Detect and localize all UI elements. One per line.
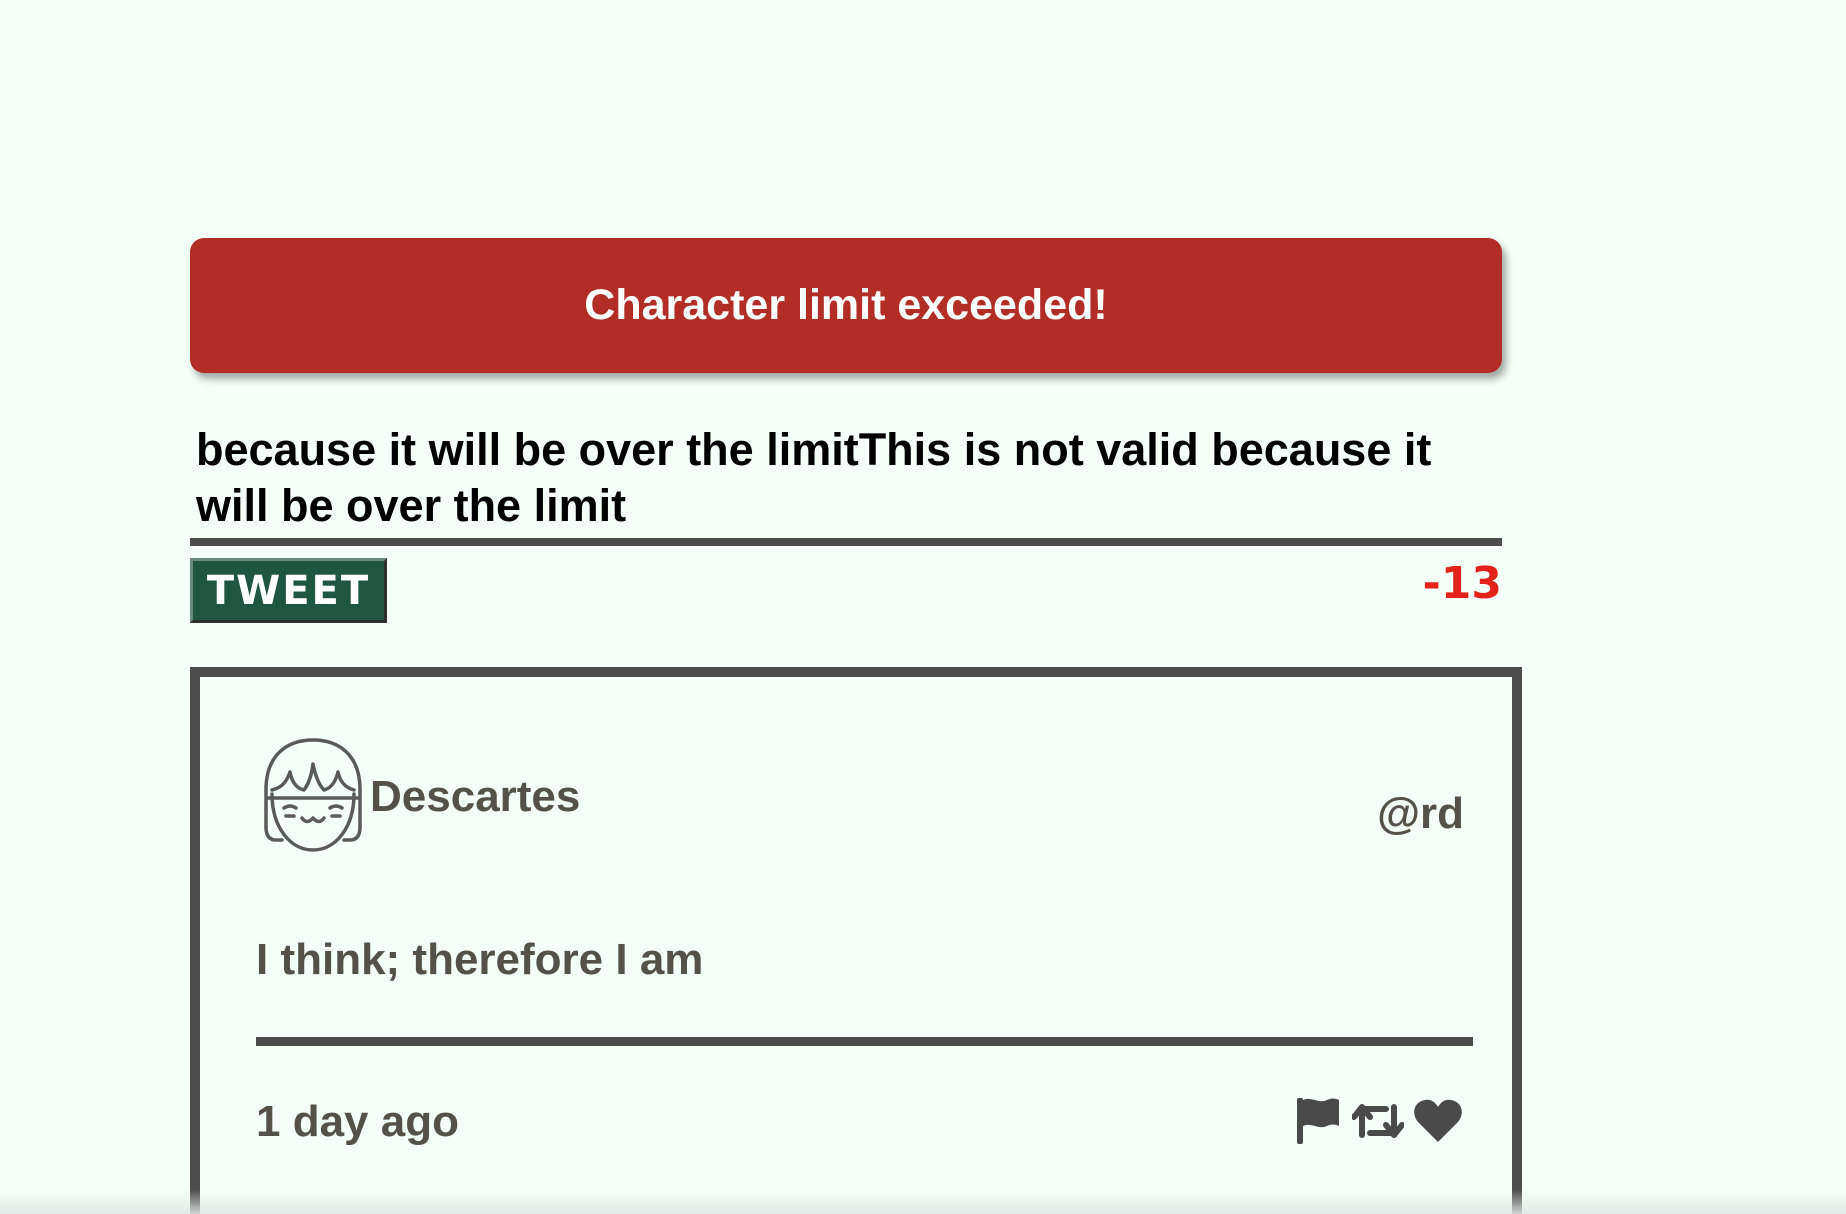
flag-icon[interactable] xyxy=(1292,1095,1344,1147)
tweet-content: I think; therefore I am xyxy=(256,935,704,984)
page: Character limit exceeded! because it wil… xyxy=(0,0,1846,1214)
retweet-icon[interactable] xyxy=(1352,1095,1404,1147)
girl-face-icon xyxy=(260,732,366,854)
tweet-card: Descartes @rd I think; therefore I am 1 … xyxy=(190,667,1522,1214)
tweet-textarea[interactable]: because it will be over the limitThis is… xyxy=(190,412,1502,546)
author-name: Descartes xyxy=(370,772,581,821)
error-banner: Character limit exceeded! xyxy=(190,238,1502,373)
tweet-timestamp: 1 day ago xyxy=(256,1097,459,1146)
tweet-button[interactable]: TWEET xyxy=(190,558,387,623)
tweet-actions xyxy=(1292,1095,1464,1147)
author-handle: @rd xyxy=(1377,789,1464,838)
error-message: Character limit exceeded! xyxy=(584,281,1108,329)
heart-icon[interactable] xyxy=(1412,1095,1464,1147)
tweet-divider xyxy=(256,1037,1473,1046)
compose-form: because it will be over the limitThis is… xyxy=(190,412,1502,626)
compose-footer: TWEET -13 xyxy=(190,546,1502,626)
bottom-fade xyxy=(0,1190,1846,1214)
character-counter: -13 xyxy=(1422,558,1503,609)
